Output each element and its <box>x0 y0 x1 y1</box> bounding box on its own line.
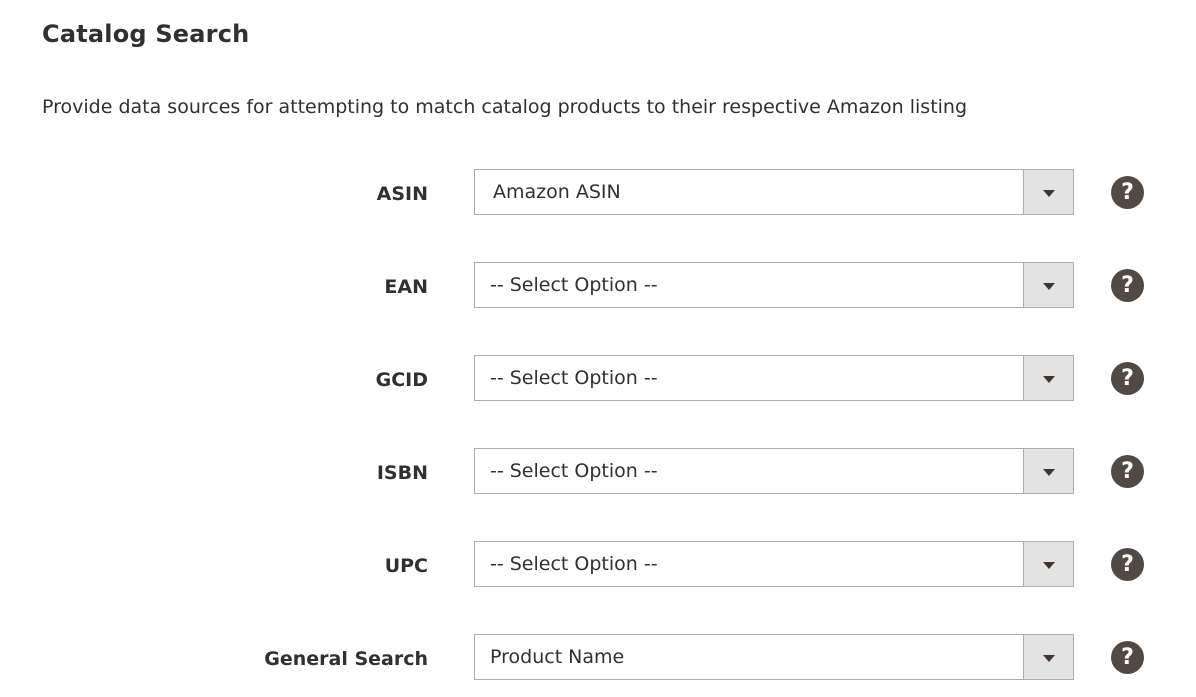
chevron-down-icon <box>1043 283 1055 290</box>
chevron-down-icon <box>1043 562 1055 569</box>
field-label-upc: UPC <box>384 555 428 577</box>
help-icon[interactable]: ? <box>1111 269 1144 302</box>
field-label-asin: ASIN <box>376 183 428 205</box>
help-icon[interactable]: ? <box>1111 455 1144 488</box>
field-row-asin: ASIN Amazon ASIN ? <box>0 169 1196 215</box>
dropdown-toggle[interactable] <box>1023 542 1073 586</box>
field-row-general-search: General Search Product Name ? <box>0 634 1196 680</box>
chevron-down-icon <box>1043 469 1055 476</box>
help-icon[interactable]: ? <box>1111 362 1144 395</box>
chevron-down-icon <box>1043 376 1055 383</box>
chevron-down-icon <box>1043 190 1055 197</box>
section-description: Provide data sources for attempting to m… <box>42 96 968 118</box>
upc-select[interactable]: -- Select Option -- <box>474 541 1074 587</box>
select-value: Amazon ASIN <box>493 181 621 203</box>
help-icon[interactable]: ? <box>1111 176 1144 209</box>
catalog-search-section: Catalog Search Provide data sources for … <box>0 0 1196 697</box>
section-title: Catalog Search <box>42 20 250 48</box>
select-value: -- Select Option -- <box>490 460 658 482</box>
select-value: -- Select Option -- <box>490 274 658 296</box>
field-row-ean: EAN -- Select Option -- ? <box>0 262 1196 308</box>
field-label-isbn: ISBN <box>376 462 428 484</box>
dropdown-toggle[interactable] <box>1023 449 1073 493</box>
dropdown-toggle[interactable] <box>1023 356 1073 400</box>
select-value: -- Select Option -- <box>490 367 658 389</box>
gcid-select[interactable]: -- Select Option -- <box>474 355 1074 401</box>
dropdown-toggle[interactable] <box>1023 635 1073 679</box>
select-value: -- Select Option -- <box>490 553 658 575</box>
select-value: Product Name <box>490 646 625 668</box>
field-row-gcid: GCID -- Select Option -- ? <box>0 355 1196 401</box>
field-label-gcid: GCID <box>375 369 428 391</box>
chevron-down-icon <box>1043 655 1055 662</box>
dropdown-toggle[interactable] <box>1023 263 1073 307</box>
dropdown-toggle[interactable] <box>1023 170 1073 214</box>
field-label-general-search: General Search <box>264 648 428 670</box>
help-icon[interactable]: ? <box>1111 641 1144 674</box>
field-row-upc: UPC -- Select Option -- ? <box>0 541 1196 587</box>
ean-select[interactable]: -- Select Option -- <box>474 262 1074 308</box>
help-icon[interactable]: ? <box>1111 548 1144 581</box>
field-label-ean: EAN <box>384 276 428 298</box>
general-search-select[interactable]: Product Name <box>474 634 1074 680</box>
isbn-select[interactable]: -- Select Option -- <box>474 448 1074 494</box>
field-row-isbn: ISBN -- Select Option -- ? <box>0 448 1196 494</box>
asin-select[interactable]: Amazon ASIN <box>474 169 1074 215</box>
